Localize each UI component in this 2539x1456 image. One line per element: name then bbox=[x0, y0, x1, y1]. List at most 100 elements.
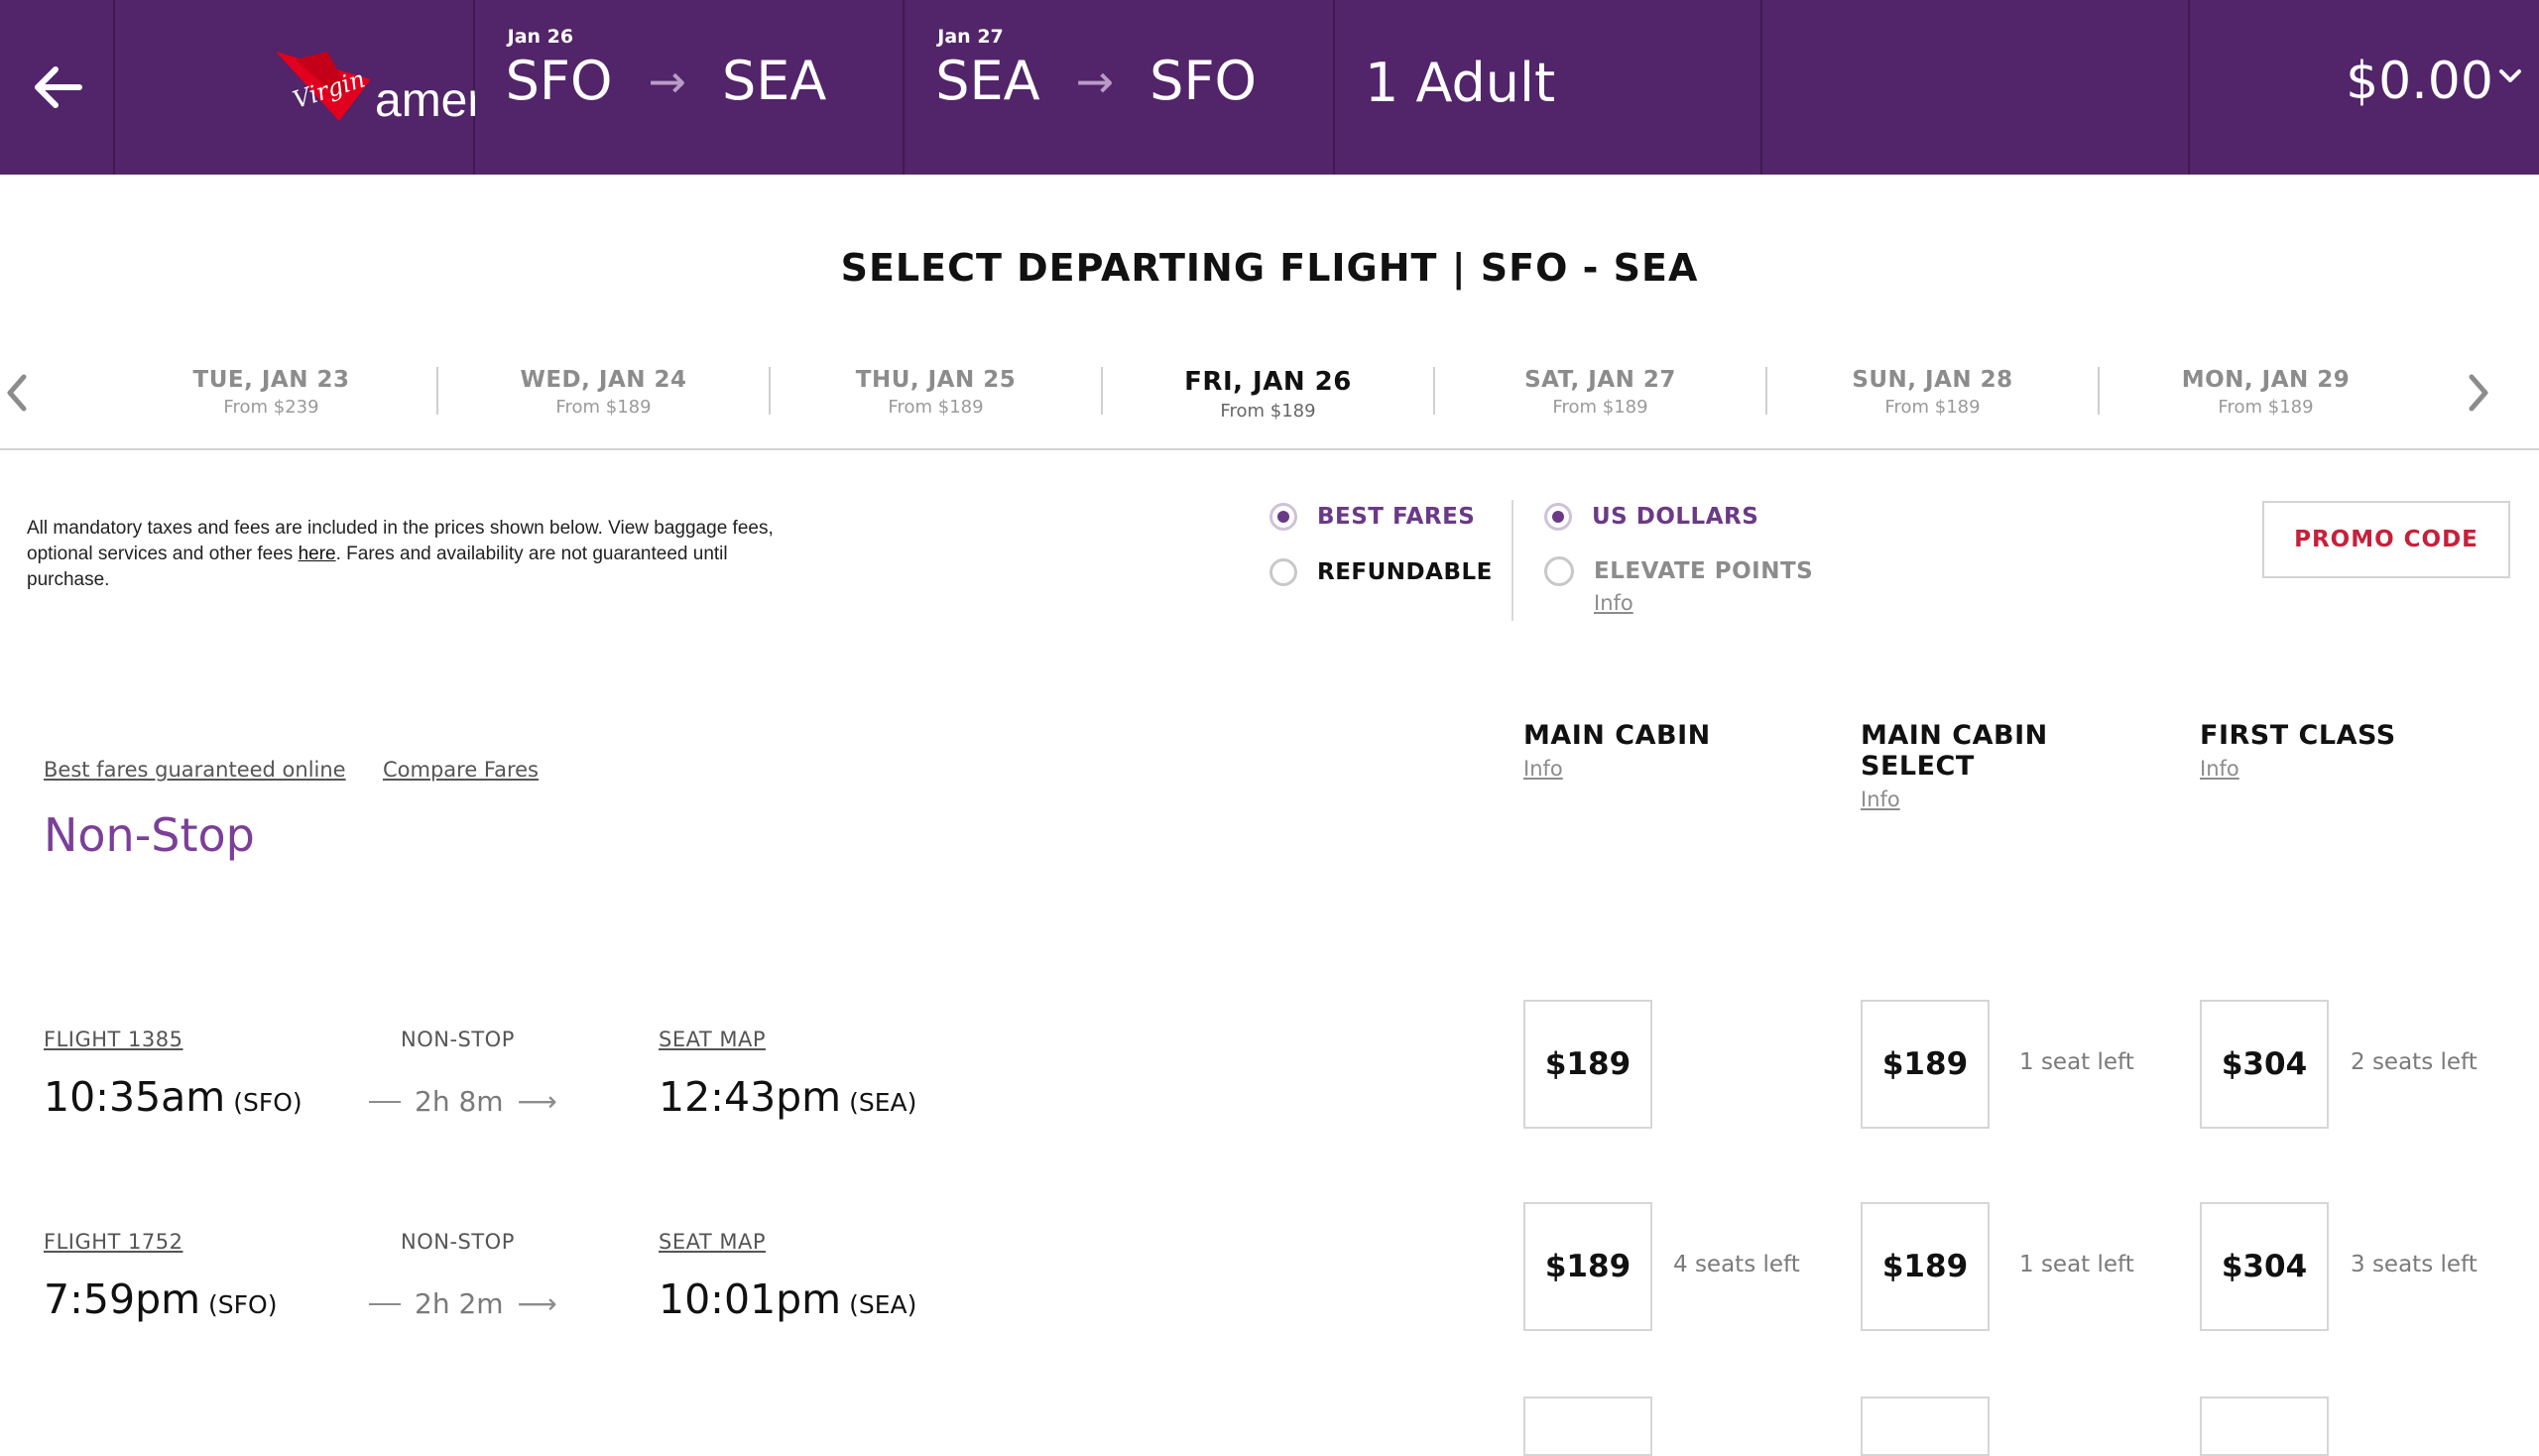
passenger-count: 1 Adult bbox=[1364, 52, 1556, 114]
return-origin: SEA bbox=[935, 50, 1040, 112]
outbound-destination: SEA bbox=[722, 50, 827, 112]
departure-time: 7:59pm (SFO) bbox=[44, 1275, 278, 1323]
radio-unselected-icon bbox=[1270, 558, 1297, 586]
stops-label: NON-STOP bbox=[401, 1028, 515, 1051]
flight-row: FLIGHT 1752 NON-STOP SEAT MAP 7:59pm (SFO… bbox=[0, 1202, 2539, 1369]
virgin-america-logo: Virgin america bbox=[275, 52, 475, 127]
arrival-time: 10:01pm (SEA) bbox=[659, 1275, 917, 1323]
fare-box-partial[interactable] bbox=[2200, 1396, 2329, 1456]
outbound-date: Jan 26 bbox=[507, 26, 574, 48]
flight-number-link[interactable]: FLIGHT 1752 bbox=[44, 1230, 182, 1254]
date-from-price: From $189 bbox=[1220, 401, 1316, 422]
date-option[interactable]: THU, JAN 25 From $189 bbox=[771, 367, 1103, 418]
date-label: MON, JAN 29 bbox=[2181, 367, 2351, 393]
date-label: THU, JAN 25 bbox=[855, 367, 1017, 393]
cabin-info-link[interactable]: Info bbox=[2200, 757, 2239, 781]
cabin-info-link[interactable]: Info bbox=[1523, 757, 1563, 781]
baggage-fees-link[interactable]: here bbox=[299, 544, 336, 564]
trip-total-dropdown[interactable]: $0.00 bbox=[2190, 0, 2539, 175]
fare-box-partial[interactable] bbox=[1523, 1396, 1652, 1456]
seats-left: 1 seat left bbox=[2019, 1252, 2134, 1277]
chevron-down-icon bbox=[2498, 69, 2521, 82]
header-spacer bbox=[1762, 0, 2191, 175]
arrow-right-icon: ⟶ bbox=[517, 1085, 557, 1118]
us-dollars-radio[interactable]: US DOLLARS bbox=[1544, 503, 1758, 531]
fare-main-cabin-select[interactable]: $189 bbox=[1861, 1000, 1990, 1129]
return-destination: SFO bbox=[1149, 50, 1258, 112]
date-from-price: From $189 bbox=[2218, 397, 2314, 418]
fare-box-partial[interactable] bbox=[1861, 1396, 1990, 1456]
date-option[interactable]: MON, JAN 29 From $189 bbox=[2100, 367, 2432, 418]
fare-first-class[interactable]: $304 bbox=[2200, 1202, 2329, 1331]
top-header: Virgin america Jan 26 SFO → SEA Jan 27 S… bbox=[0, 0, 2539, 175]
flight-duration: 2h 8m ⟶ bbox=[369, 1085, 557, 1118]
radio-selected-icon bbox=[1270, 503, 1297, 531]
chevron-left-icon[interactable] bbox=[4, 371, 32, 415]
options-divider bbox=[1511, 500, 1513, 621]
trip-total: $0.00 bbox=[2346, 52, 2493, 111]
arrow-right-icon: ⟶ bbox=[517, 1287, 557, 1320]
radio-selected-icon bbox=[1544, 503, 1572, 531]
date-option-selected[interactable]: FRI, JAN 26 From $189 bbox=[1103, 367, 1435, 422]
cabin-header-first: FIRST CLASS Info bbox=[2200, 720, 2396, 781]
return-date: Jan 27 bbox=[937, 26, 1004, 48]
promo-code-button[interactable]: PROMO CODE bbox=[2262, 501, 2510, 578]
best-fares-radio[interactable]: BEST FARES bbox=[1270, 503, 1475, 531]
date-label: FRI, JAN 26 bbox=[1184, 367, 1352, 397]
fare-first-class[interactable]: $304 bbox=[2200, 1000, 2329, 1129]
compare-fares-link[interactable]: Compare Fares bbox=[383, 758, 539, 782]
date-from-price: From $189 bbox=[555, 397, 652, 418]
outbound-origin: SFO bbox=[505, 50, 613, 112]
logo-america-text: america bbox=[375, 74, 475, 127]
arrival-time: 12:43pm (SEA) bbox=[659, 1073, 917, 1121]
page-title: SELECT DEPARTING FLIGHT | SFO - SEA bbox=[840, 246, 1699, 290]
seats-left: 1 seat left bbox=[2019, 1049, 2134, 1075]
date-option[interactable]: TUE, JAN 23 From $239 bbox=[106, 367, 438, 418]
fare-disclaimer: All mandatory taxes and fees are include… bbox=[27, 518, 774, 590]
date-label: WED, JAN 24 bbox=[520, 367, 687, 393]
date-label: SAT, JAN 27 bbox=[1524, 367, 1676, 393]
best-fares-guaranteed-link[interactable]: Best fares guaranteed online bbox=[44, 758, 346, 782]
route-arrow-icon: → bbox=[1075, 54, 1115, 108]
seats-left: 3 seats left bbox=[2351, 1252, 2478, 1277]
flight-row: FLIGHT 1385 NON-STOP SEAT MAP 10:35am (SF… bbox=[0, 1000, 2539, 1166]
date-strip: TUE, JAN 23 From $239 WED, JAN 24 From $… bbox=[0, 355, 2539, 450]
date-option[interactable]: WED, JAN 24 From $189 bbox=[438, 367, 771, 418]
outbound-route[interactable]: Jan 26 SFO → SEA bbox=[475, 0, 906, 175]
refundable-radio[interactable]: REFUNDABLE bbox=[1270, 558, 1493, 586]
date-label: TUE, JAN 23 bbox=[192, 367, 350, 393]
cabin-header-main: MAIN CABIN Info bbox=[1523, 720, 1711, 781]
radio-unselected-icon bbox=[1544, 556, 1574, 586]
seat-map-link[interactable]: SEAT MAP bbox=[659, 1028, 766, 1051]
departure-time: 10:35am (SFO) bbox=[44, 1073, 302, 1121]
date-option[interactable]: SAT, JAN 27 From $189 bbox=[1435, 367, 1767, 418]
seats-left: 4 seats left bbox=[1673, 1252, 1800, 1277]
section-title-nonstop: Non-Stop bbox=[44, 808, 255, 862]
cabin-header-main-select: MAIN CABIN SELECT Info bbox=[1861, 720, 2048, 811]
fare-main-cabin-select[interactable]: $189 bbox=[1861, 1202, 1990, 1331]
elevate-points-radio[interactable]: ELEVATE POINTS bbox=[1544, 556, 1813, 586]
date-from-price: From $189 bbox=[1552, 397, 1648, 418]
flight-number-link[interactable]: FLIGHT 1385 bbox=[44, 1028, 182, 1051]
cabin-info-link[interactable]: Info bbox=[1861, 788, 1900, 811]
flight-duration: 2h 2m ⟶ bbox=[369, 1287, 557, 1320]
chevron-right-icon[interactable] bbox=[2464, 371, 2491, 415]
dash-icon bbox=[369, 1302, 401, 1305]
back-arrow-icon bbox=[35, 66, 82, 108]
date-from-price: From $189 bbox=[1884, 397, 1981, 418]
date-option[interactable]: SUN, JAN 28 From $189 bbox=[1767, 367, 2100, 418]
fare-main-cabin[interactable]: $189 bbox=[1523, 1202, 1652, 1331]
return-route[interactable]: Jan 27 SEA → SFO bbox=[905, 0, 1335, 175]
seats-left: 2 seats left bbox=[2351, 1049, 2478, 1075]
seat-map-link[interactable]: SEAT MAP bbox=[659, 1230, 766, 1254]
elevate-points-info-link[interactable]: Info bbox=[1594, 591, 1633, 615]
route-arrow-icon: → bbox=[648, 54, 687, 108]
date-from-price: From $239 bbox=[223, 397, 319, 418]
fare-main-cabin[interactable]: $189 bbox=[1523, 1000, 1652, 1129]
brand-logo[interactable]: Virgin america bbox=[115, 0, 475, 175]
back-button[interactable] bbox=[0, 0, 115, 175]
date-from-price: From $189 bbox=[888, 397, 984, 418]
passenger-selector[interactable]: 1 Adult bbox=[1335, 0, 1762, 175]
dash-icon bbox=[369, 1100, 401, 1103]
date-label: SUN, JAN 28 bbox=[1852, 367, 2013, 393]
